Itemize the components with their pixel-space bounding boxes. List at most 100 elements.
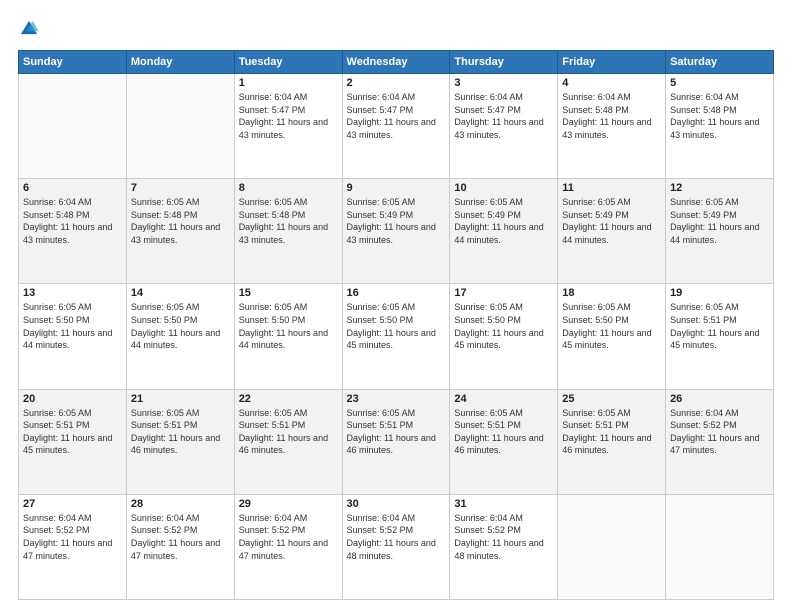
table-row: 17 Sunrise: 6:05 AM Sunset: 5:50 PM Dayli… <box>450 284 558 389</box>
day-info: Sunrise: 6:05 AM Sunset: 5:50 PM Dayligh… <box>562 301 661 351</box>
table-row: 9 Sunrise: 6:05 AM Sunset: 5:49 PM Daylig… <box>342 179 450 284</box>
header-wednesday: Wednesday <box>342 51 450 74</box>
weekday-header-row: Sunday Monday Tuesday Wednesday Thursday… <box>19 51 774 74</box>
day-info: Sunrise: 6:05 AM Sunset: 5:48 PM Dayligh… <box>131 196 230 246</box>
header-tuesday: Tuesday <box>234 51 342 74</box>
day-info: Sunrise: 6:05 AM Sunset: 5:49 PM Dayligh… <box>670 196 769 246</box>
table-row <box>126 74 234 179</box>
table-row: 27 Sunrise: 6:04 AM Sunset: 5:52 PM Dayli… <box>19 494 127 599</box>
day-info: Sunrise: 6:05 AM Sunset: 5:51 PM Dayligh… <box>347 407 446 457</box>
day-number: 8 <box>239 182 338 194</box>
day-number: 4 <box>562 77 661 89</box>
table-row: 2Sunrise: 6:04 AM Sunset: 5:47 PM Daylig… <box>342 74 450 179</box>
day-info: Sunrise: 6:04 AM Sunset: 5:52 PM Dayligh… <box>670 407 769 457</box>
header-sunday: Sunday <box>19 51 127 74</box>
table-row: 31 Sunrise: 6:04 AM Sunset: 5:52 PM Dayli… <box>450 494 558 599</box>
table-row: 20 Sunrise: 6:05 AM Sunset: 5:51 PM Dayli… <box>19 389 127 494</box>
logo-icon <box>18 18 40 40</box>
table-row: 22Sunrise: 6:05 AM Sunset: 5:51 PM Dayli… <box>234 389 342 494</box>
day-number: 16 <box>347 287 446 299</box>
day-number: 9 <box>347 182 446 194</box>
table-row: 30 Sunrise: 6:04 AM Sunset: 5:52 PM Dayli… <box>342 494 450 599</box>
header-saturday: Saturday <box>666 51 774 74</box>
day-info: Sunrise: 6:04 AM Sunset: 5:52 PM Dayligh… <box>239 512 338 562</box>
day-info: Sunrise: 6:05 AM Sunset: 5:48 PM Dayligh… <box>239 196 338 246</box>
header-monday: Monday <box>126 51 234 74</box>
header-friday: Friday <box>558 51 666 74</box>
table-row: 23 Sunrise: 6:05 AM Sunset: 5:51 PM Dayli… <box>342 389 450 494</box>
day-info: Sunrise: 6:04 AM Sunset: 5:52 PM Dayligh… <box>23 512 122 562</box>
table-row <box>558 494 666 599</box>
day-number: 20 <box>23 393 122 405</box>
day-number: 24 <box>454 393 553 405</box>
calendar-row: 13 Sunrise: 6:05 AM Sunset: 5:50 PM Dayli… <box>19 284 774 389</box>
day-number: 22 <box>239 393 338 405</box>
day-info: Sunrise: 6:05 AM Sunset: 5:49 PM Dayligh… <box>454 196 553 246</box>
day-number: 7 <box>131 182 230 194</box>
day-info: Sunrise: 6:05 AM Sunset: 5:50 PM Dayligh… <box>131 301 230 351</box>
table-row: 5 Sunrise: 6:04 AM Sunset: 5:48 PM Daylig… <box>666 74 774 179</box>
table-row: 25Sunrise: 6:05 AM Sunset: 5:51 PM Dayli… <box>558 389 666 494</box>
day-number: 31 <box>454 498 553 510</box>
header <box>18 18 774 40</box>
logo <box>18 18 44 40</box>
day-info: Sunrise: 6:05 AM Sunset: 5:51 PM Dayligh… <box>670 301 769 351</box>
calendar-row: 1 Sunrise: 6:04 AM Sunset: 5:47 PM Daylig… <box>19 74 774 179</box>
table-row: 10Sunrise: 6:05 AM Sunset: 5:49 PM Dayli… <box>450 179 558 284</box>
day-number: 26 <box>670 393 769 405</box>
table-row: 15 Sunrise: 6:05 AM Sunset: 5:50 PM Dayli… <box>234 284 342 389</box>
day-info: Sunrise: 6:04 AM Sunset: 5:47 PM Dayligh… <box>239 91 338 141</box>
calendar-row: 20 Sunrise: 6:05 AM Sunset: 5:51 PM Dayli… <box>19 389 774 494</box>
table-row: 13 Sunrise: 6:05 AM Sunset: 5:50 PM Dayli… <box>19 284 127 389</box>
calendar-row: 27 Sunrise: 6:04 AM Sunset: 5:52 PM Dayli… <box>19 494 774 599</box>
day-number: 13 <box>23 287 122 299</box>
day-info: Sunrise: 6:05 AM Sunset: 5:50 PM Dayligh… <box>347 301 446 351</box>
day-info: Sunrise: 6:04 AM Sunset: 5:52 PM Dayligh… <box>347 512 446 562</box>
table-row: 12 Sunrise: 6:05 AM Sunset: 5:49 PM Dayli… <box>666 179 774 284</box>
day-number: 25 <box>562 393 661 405</box>
day-number: 30 <box>347 498 446 510</box>
day-number: 17 <box>454 287 553 299</box>
day-info: Sunrise: 6:05 AM Sunset: 5:49 PM Dayligh… <box>347 196 446 246</box>
calendar-page: Sunday Monday Tuesday Wednesday Thursday… <box>0 0 792 612</box>
day-number: 12 <box>670 182 769 194</box>
day-number: 23 <box>347 393 446 405</box>
day-info: Sunrise: 6:05 AM Sunset: 5:50 PM Dayligh… <box>23 301 122 351</box>
day-number: 19 <box>670 287 769 299</box>
table-row: 6 Sunrise: 6:04 AM Sunset: 5:48 PM Daylig… <box>19 179 127 284</box>
day-number: 21 <box>131 393 230 405</box>
day-info: Sunrise: 6:05 AM Sunset: 5:51 PM Dayligh… <box>131 407 230 457</box>
table-row: 28 Sunrise: 6:04 AM Sunset: 5:52 PM Dayli… <box>126 494 234 599</box>
table-row: 4Sunrise: 6:04 AM Sunset: 5:48 PM Daylig… <box>558 74 666 179</box>
table-row: 19 Sunrise: 6:05 AM Sunset: 5:51 PM Dayli… <box>666 284 774 389</box>
day-number: 1 <box>239 77 338 89</box>
table-row <box>666 494 774 599</box>
table-row: 26 Sunrise: 6:04 AM Sunset: 5:52 PM Dayli… <box>666 389 774 494</box>
day-info: Sunrise: 6:05 AM Sunset: 5:49 PM Dayligh… <box>562 196 661 246</box>
day-info: Sunrise: 6:05 AM Sunset: 5:51 PM Dayligh… <box>23 407 122 457</box>
calendar-table: Sunday Monday Tuesday Wednesday Thursday… <box>18 50 774 600</box>
day-number: 18 <box>562 287 661 299</box>
day-info: Sunrise: 6:05 AM Sunset: 5:51 PM Dayligh… <box>454 407 553 457</box>
day-info: Sunrise: 6:05 AM Sunset: 5:50 PM Dayligh… <box>239 301 338 351</box>
day-info: Sunrise: 6:04 AM Sunset: 5:48 PM Dayligh… <box>23 196 122 246</box>
day-number: 14 <box>131 287 230 299</box>
day-number: 28 <box>131 498 230 510</box>
table-row: 16 Sunrise: 6:05 AM Sunset: 5:50 PM Dayli… <box>342 284 450 389</box>
day-number: 6 <box>23 182 122 194</box>
day-number: 15 <box>239 287 338 299</box>
header-thursday: Thursday <box>450 51 558 74</box>
day-info: Sunrise: 6:04 AM Sunset: 5:47 PM Dayligh… <box>454 91 553 141</box>
table-row: 11Sunrise: 6:05 AM Sunset: 5:49 PM Dayli… <box>558 179 666 284</box>
day-info: Sunrise: 6:05 AM Sunset: 5:50 PM Dayligh… <box>454 301 553 351</box>
day-number: 2 <box>347 77 446 89</box>
table-row: 1 Sunrise: 6:04 AM Sunset: 5:47 PM Daylig… <box>234 74 342 179</box>
table-row: 29Sunrise: 6:04 AM Sunset: 5:52 PM Dayli… <box>234 494 342 599</box>
day-number: 27 <box>23 498 122 510</box>
table-row: 24 Sunrise: 6:05 AM Sunset: 5:51 PM Dayli… <box>450 389 558 494</box>
day-info: Sunrise: 6:04 AM Sunset: 5:52 PM Dayligh… <box>131 512 230 562</box>
day-number: 5 <box>670 77 769 89</box>
day-info: Sunrise: 6:04 AM Sunset: 5:52 PM Dayligh… <box>454 512 553 562</box>
day-info: Sunrise: 6:04 AM Sunset: 5:48 PM Dayligh… <box>670 91 769 141</box>
day-number: 3 <box>454 77 553 89</box>
